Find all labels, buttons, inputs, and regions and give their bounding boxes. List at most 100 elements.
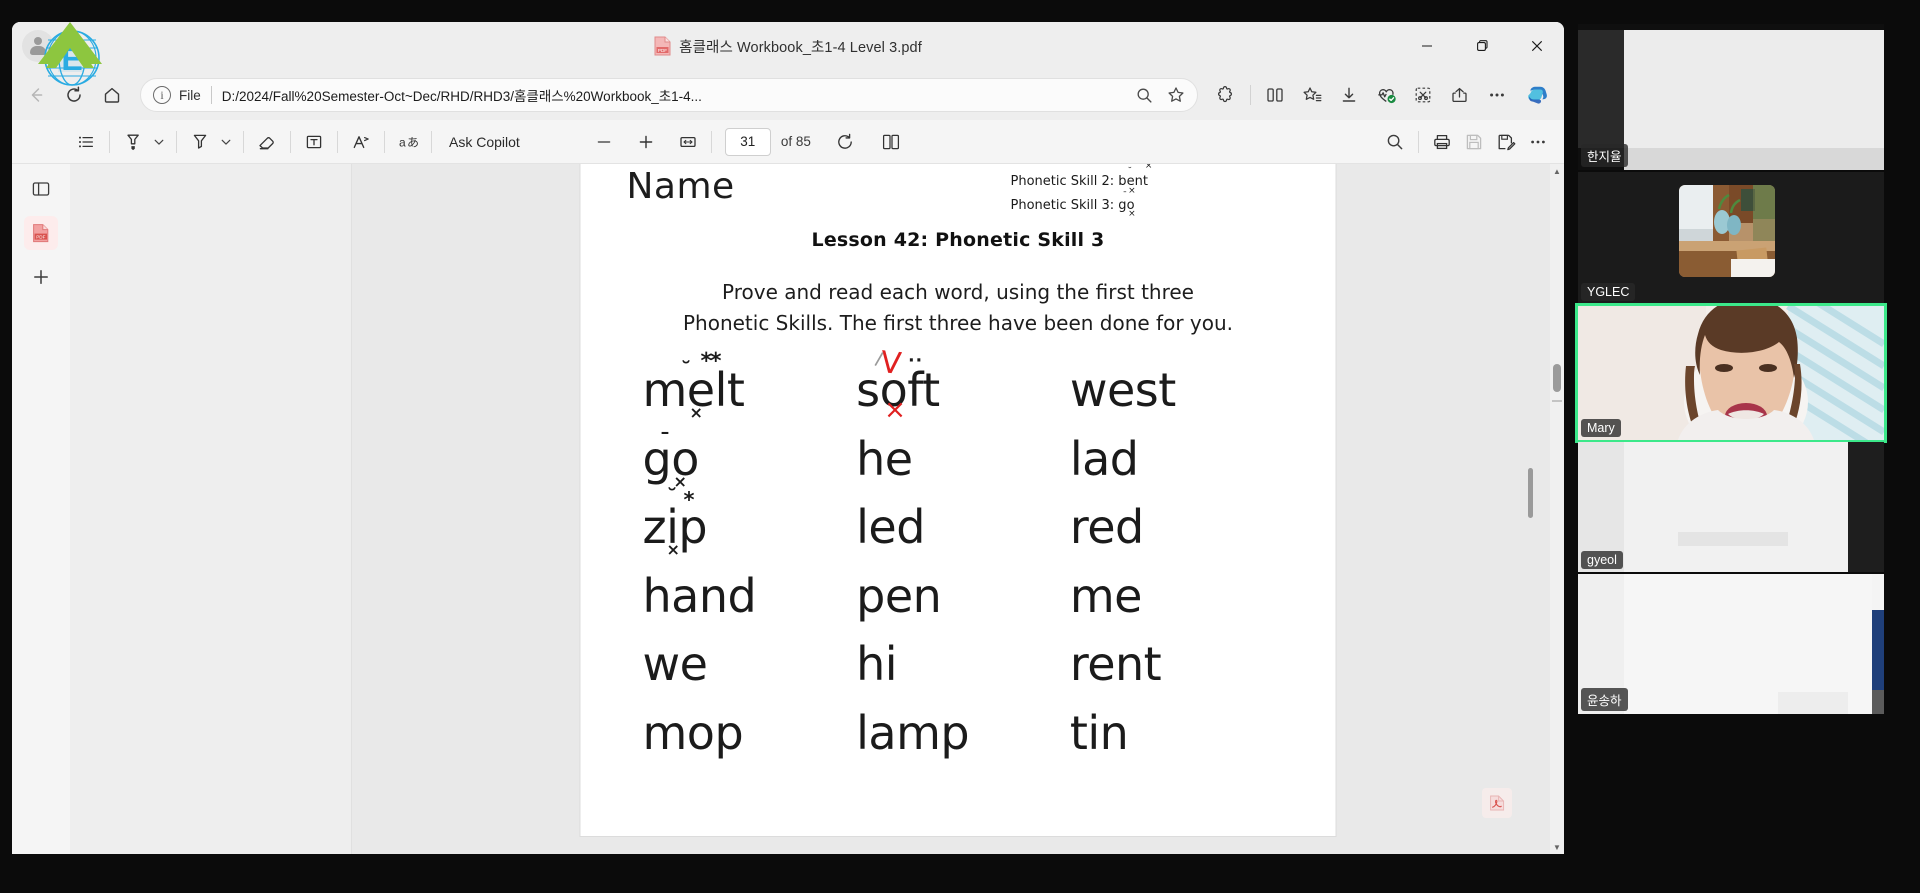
scroll-up-arrow[interactable]: ▲ (1550, 164, 1564, 178)
word-cell: he (856, 431, 1070, 486)
scroll-down-arrow[interactable]: ▼ (1550, 840, 1564, 854)
zoom-in-button[interactable] (630, 126, 662, 158)
downloads-icon[interactable] (1331, 77, 1367, 113)
skill-3-prefix: Phonetic Skill 3: (1010, 198, 1119, 213)
toolbar-divider (384, 130, 385, 153)
browser-essentials-icon[interactable] (1368, 77, 1404, 113)
pdf-file-icon: PDF (654, 36, 671, 56)
participant-tile[interactable]: 윤송하 (1578, 574, 1884, 714)
panel-splitter[interactable] (1528, 468, 1533, 518)
participant-tile[interactable]: YGLEC (1578, 172, 1884, 304)
word-text: go (642, 431, 700, 486)
word-text: pen (856, 568, 942, 623)
highlight-color-icon[interactable] (184, 126, 216, 158)
toolbar-divider (290, 130, 291, 153)
favorite-star-icon[interactable] (1161, 80, 1191, 110)
word-text: rent (1069, 637, 1162, 692)
sidebar-toggle-icon[interactable] (24, 172, 58, 206)
toolbar-divider (431, 130, 432, 153)
pdf-toolbar: aあ Ask Copilot 31 of 85 (12, 120, 1564, 164)
navigation-bar: i File D:/2024/Fall%20Semester-Oct~Dec/R… (12, 70, 1564, 120)
participant-name: Mary (1581, 419, 1621, 437)
word-text: hand (642, 568, 757, 623)
participant-name: 윤송하 (1581, 688, 1628, 711)
add-text-icon[interactable] (298, 126, 330, 158)
fit-page-button[interactable] (672, 126, 704, 158)
site-info-icon[interactable]: i (153, 86, 171, 104)
highlight-dropdown-icon[interactable] (149, 126, 169, 158)
address-url[interactable]: D:/2024/Fall%20Semester-Oct~Dec/RHD/RHD3… (222, 85, 1129, 105)
scrollbar-thumb[interactable] (1553, 364, 1561, 392)
svg-text:a: a (399, 135, 406, 149)
table-of-contents-icon[interactable] (70, 126, 102, 158)
address-bar[interactable]: i File D:/2024/Fall%20Semester-Oct~Dec/R… (140, 78, 1198, 112)
highlight-icon[interactable] (117, 126, 149, 158)
favorites-icon[interactable] (1294, 77, 1330, 113)
window-controls (1399, 22, 1564, 70)
word-text: tin (1069, 705, 1129, 760)
red-x-mark: × (884, 395, 906, 425)
pdf-page: Name Phonetic Skill 2: be ˘ × nt × Phone… (580, 164, 1336, 836)
phonetic-skill-3-line: Phonetic Skill 3: gō× (1010, 194, 1148, 219)
lesson-title: Lesson 42: Phonetic Skill 3 (811, 229, 1105, 251)
word-cell: lad (1070, 433, 1284, 486)
share-icon[interactable] (1442, 77, 1478, 113)
split-screen-icon[interactable] (1257, 77, 1293, 113)
ask-copilot-button[interactable]: Ask Copilot (439, 134, 530, 150)
copilot-icon[interactable] (1520, 78, 1554, 112)
translate-icon[interactable]: aあ (392, 126, 424, 158)
svg-text:PDF: PDF (658, 48, 667, 53)
word-text: he (856, 431, 913, 486)
phonetic-skill-reference: Phonetic Skill 2: be ˘ × nt × Phonetic Skill… (1010, 164, 1153, 219)
maximize-button[interactable] (1454, 22, 1509, 70)
x-mark: × (689, 403, 703, 422)
draw-icon[interactable] (345, 126, 377, 158)
page-view-icon[interactable] (875, 126, 907, 158)
minimize-button[interactable] (1399, 22, 1454, 70)
close-button[interactable] (1509, 22, 1564, 70)
browser-toolbar (1208, 77, 1554, 113)
toolbar-divider (109, 130, 110, 153)
word-cell: zip ˘ * × (643, 488, 857, 558)
zoom-out-button[interactable] (588, 126, 620, 158)
word-text: lamp (856, 705, 970, 760)
word-text: mop (642, 705, 744, 760)
toolbar-divider (710, 130, 712, 153)
save-icon[interactable] (1458, 126, 1490, 158)
participant-tile[interactable]: gyeol (1578, 442, 1884, 572)
vertical-scrollbar[interactable]: ▲ ▼ (1550, 164, 1564, 854)
two-dots-mark: ·· (908, 351, 924, 371)
breve-mark: ˘ (680, 359, 692, 384)
zoom-icon[interactable] (1129, 80, 1159, 110)
rotate-icon[interactable] (829, 126, 861, 158)
participant-tile-active[interactable]: Mary (1575, 303, 1887, 443)
word-cell: lamp (856, 705, 1070, 760)
pdf-file-tab-icon[interactable]: PDF (24, 216, 58, 250)
pdf-more-icon[interactable] (1522, 126, 1554, 158)
word-text: hi (856, 637, 898, 692)
word-text: me (1069, 568, 1143, 623)
thumbnail-side-panel[interactable] (70, 164, 352, 854)
word-text: west (1069, 363, 1176, 417)
add-tab-icon[interactable] (24, 260, 58, 294)
acrobat-icon[interactable] (1482, 788, 1512, 818)
extensions-icon[interactable] (1208, 77, 1244, 113)
participant-video (1578, 442, 1884, 572)
word-text: led (856, 500, 925, 555)
screenshot-icon[interactable] (1405, 77, 1441, 113)
participant-tile[interactable]: 한지율 (1578, 24, 1884, 170)
highlight-color-dropdown-icon[interactable] (216, 126, 236, 158)
print-icon[interactable] (1426, 126, 1458, 158)
page-scroll-region[interactable]: Name Phonetic Skill 2: be ˘ × nt × Phone… (352, 164, 1564, 854)
participant-video (1578, 306, 1884, 440)
word-cell: hand (642, 568, 857, 623)
page-number-input[interactable]: 31 (724, 127, 771, 156)
viewer-body: PDF Name Phonetic Skill 2: be ˘ × nt × P… (12, 164, 1564, 854)
address-scheme-label: File (179, 87, 201, 103)
page-total-label: of 85 (780, 134, 811, 149)
participant-name: 한지율 (1581, 144, 1628, 167)
save-as-icon[interactable] (1490, 126, 1522, 158)
eraser-icon[interactable] (251, 126, 283, 158)
more-settings-icon[interactable] (1479, 77, 1515, 113)
search-icon[interactable] (1379, 126, 1411, 158)
